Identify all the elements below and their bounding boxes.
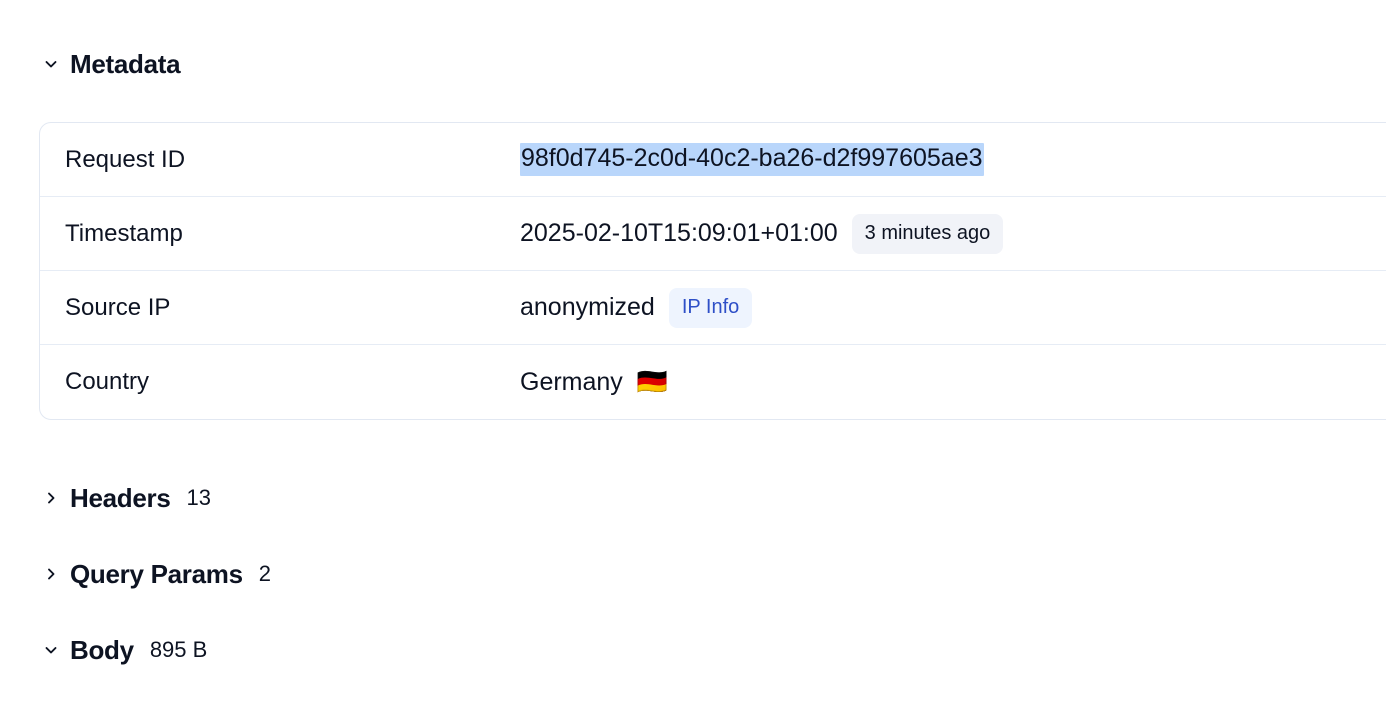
row-value-source-ip: anonymized IP Info xyxy=(520,287,753,328)
table-row: Country Germany 🇩🇪 xyxy=(40,345,1386,419)
relative-time-badge: 3 minutes ago xyxy=(851,213,1004,254)
section-header-body[interactable]: Body 895 B xyxy=(42,637,207,663)
timestamp-value: 2025-02-10T15:09:01+01:00 xyxy=(520,219,838,247)
chevron-right-icon xyxy=(42,489,60,507)
row-label-source-ip: Source IP xyxy=(65,293,171,321)
section-title-body: Body xyxy=(70,635,134,665)
section-count-body: 895 B xyxy=(149,637,208,662)
chevron-down-icon xyxy=(42,641,60,659)
table-row: Timestamp 2025-02-10T15:09:01+01:00 3 mi… xyxy=(40,197,1386,271)
row-label-country: Country xyxy=(65,368,150,395)
country-value: Germany xyxy=(520,367,623,396)
chevron-down-icon xyxy=(42,55,60,73)
row-label-request-id: Request ID xyxy=(65,145,186,173)
source-ip-value: anonymized xyxy=(520,293,655,321)
row-value-country: Germany 🇩🇪 xyxy=(520,367,668,396)
section-count-headers: 13 xyxy=(186,485,212,510)
section-count-query-params: 2 xyxy=(258,561,271,586)
section-header-metadata[interactable]: Metadata xyxy=(42,49,181,79)
germany-flag-icon: 🇩🇪 xyxy=(636,367,668,396)
table-row: Request ID 98f0d745-2c0d-40c2-ba26-d2f99… xyxy=(40,123,1386,197)
section-title-query-params: Query Params xyxy=(70,559,243,589)
row-value-timestamp: 2025-02-10T15:09:01+01:00 3 minutes ago xyxy=(520,213,1004,254)
section-title-metadata: Metadata xyxy=(70,49,181,79)
chevron-right-icon xyxy=(42,565,60,583)
request-id-value[interactable]: 98f0d745-2c0d-40c2-ba26-d2f997605ae3 xyxy=(520,143,984,176)
request-detail-panel: Metadata Request ID 98f0d745-2c0d-40c2-b… xyxy=(0,0,1386,704)
metadata-table: Request ID 98f0d745-2c0d-40c2-ba26-d2f99… xyxy=(39,122,1386,420)
section-title-headers: Headers xyxy=(70,483,171,513)
row-value-request-id[interactable]: 98f0d745-2c0d-40c2-ba26-d2f997605ae3 xyxy=(520,143,984,176)
section-header-headers[interactable]: Headers 13 xyxy=(42,485,211,511)
ip-info-button[interactable]: IP Info xyxy=(668,287,753,328)
section-header-query-params[interactable]: Query Params 2 xyxy=(42,561,271,587)
row-label-timestamp: Timestamp xyxy=(65,219,183,247)
table-row: Source IP anonymized IP Info xyxy=(40,271,1386,345)
